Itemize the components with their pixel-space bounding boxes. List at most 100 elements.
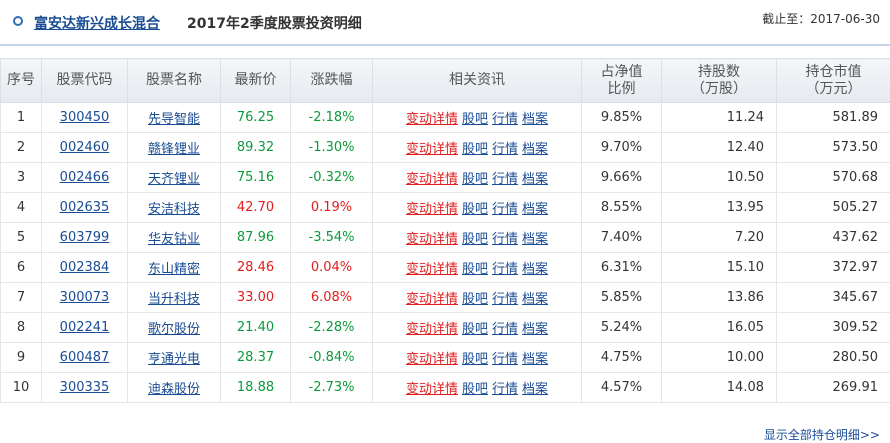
shares-held: 11.24 xyxy=(661,102,777,133)
change-detail-link[interactable]: 变动详情 xyxy=(406,352,458,367)
forum-link[interactable]: 股吧 xyxy=(462,352,488,367)
related-info-cell: 变动详情 股吧 行情 档案 xyxy=(372,162,582,193)
stock-code-link[interactable]: 300450 xyxy=(60,110,110,125)
stock-name-link[interactable]: 先导智能 xyxy=(148,112,200,127)
position-value: 581.89 xyxy=(776,102,890,133)
archive-link[interactable]: 档案 xyxy=(522,232,548,247)
archive-link[interactable]: 档案 xyxy=(522,262,548,277)
stock-name-link[interactable]: 歌尔股份 xyxy=(148,322,200,337)
latest-price: 28.46 xyxy=(220,252,291,283)
forum-link[interactable]: 股吧 xyxy=(462,292,488,307)
stock-code-link[interactable]: 002460 xyxy=(60,140,110,155)
archive-link[interactable]: 档案 xyxy=(522,172,548,187)
change-detail-link[interactable]: 变动详情 xyxy=(406,382,458,397)
archive-link[interactable]: 档案 xyxy=(522,382,548,397)
quote-link[interactable]: 行情 xyxy=(492,292,518,307)
table-row: 6 002384 东山精密 28.46 0.04% 变动详情 股吧 行情 档案 6.31% 15.1… xyxy=(0,252,890,283)
quote-link[interactable]: 行情 xyxy=(492,142,518,157)
net-value-ratio: 5.85% xyxy=(581,282,662,313)
col-header-ratio-line1: 占净值 xyxy=(600,63,643,80)
stock-name-link[interactable]: 当升科技 xyxy=(148,292,200,307)
quote-link[interactable]: 行情 xyxy=(492,232,518,247)
stock-name-link[interactable]: 赣锋锂业 xyxy=(148,142,200,157)
stock-name-link[interactable]: 迪森股份 xyxy=(148,382,200,397)
stock-name-cell: 赣锋锂业 xyxy=(127,132,221,163)
related-info-cell: 变动详情 股吧 行情 档案 xyxy=(372,372,582,403)
show-all-holdings-link[interactable]: 显示全部持仓明细>> xyxy=(764,426,880,443)
forum-link[interactable]: 股吧 xyxy=(462,112,488,127)
net-value-ratio: 9.85% xyxy=(581,102,662,133)
quote-link[interactable]: 行情 xyxy=(492,262,518,277)
stock-name-link[interactable]: 亨通光电 xyxy=(148,352,200,367)
quote-link[interactable]: 行情 xyxy=(492,322,518,337)
change-detail-link[interactable]: 变动详情 xyxy=(406,322,458,337)
forum-link[interactable]: 股吧 xyxy=(462,322,488,337)
change-detail-link[interactable]: 变动详情 xyxy=(406,202,458,217)
fund-name-link[interactable]: 富安达新兴成长混合 xyxy=(34,13,160,33)
stock-name-link[interactable]: 东山精密 xyxy=(148,262,200,277)
stock-code-link[interactable]: 600487 xyxy=(60,350,110,365)
stock-code-link[interactable]: 002241 xyxy=(60,320,110,335)
stock-name-link[interactable]: 天齐锂业 xyxy=(148,172,200,187)
archive-link[interactable]: 档案 xyxy=(522,142,548,157)
quote-link[interactable]: 行情 xyxy=(492,202,518,217)
change-detail-link[interactable]: 变动详情 xyxy=(406,232,458,247)
latest-price: 33.00 xyxy=(220,282,291,313)
change-detail-link[interactable]: 变动详情 xyxy=(406,292,458,307)
quote-link[interactable]: 行情 xyxy=(492,382,518,397)
latest-price: 21.40 xyxy=(220,312,291,343)
forum-link[interactable]: 股吧 xyxy=(462,262,488,277)
fund-header: 富安达新兴成长混合 2017年2季度股票投资明细 截止至：2017-06-30 xyxy=(0,0,890,46)
forum-link[interactable]: 股吧 xyxy=(462,382,488,397)
col-header-code: 股票代码 xyxy=(41,58,128,103)
archive-link[interactable]: 档案 xyxy=(522,112,548,127)
stock-code-cell: 300335 xyxy=(41,372,128,403)
position-value: 505.27 xyxy=(776,192,890,223)
latest-price: 87.96 xyxy=(220,222,291,253)
quote-link[interactable]: 行情 xyxy=(492,112,518,127)
change-percent: -0.84% xyxy=(290,342,373,373)
archive-link[interactable]: 档案 xyxy=(522,352,548,367)
stock-name-link[interactable]: 华友钴业 xyxy=(148,232,200,247)
stock-code-cell: 002384 xyxy=(41,252,128,283)
stock-code-cell: 600487 xyxy=(41,342,128,373)
archive-link[interactable]: 档案 xyxy=(522,202,548,217)
stock-name-link[interactable]: 安洁科技 xyxy=(148,202,200,217)
latest-price: 18.88 xyxy=(220,372,291,403)
forum-link[interactable]: 股吧 xyxy=(462,232,488,247)
forum-link[interactable]: 股吧 xyxy=(462,142,488,157)
col-header-value-line1: 持仓市值 xyxy=(805,63,862,80)
circle-bullet-icon xyxy=(13,16,23,26)
stock-code-link[interactable]: 002635 xyxy=(60,200,110,215)
row-index: 5 xyxy=(0,222,42,253)
stock-code-link[interactable]: 300073 xyxy=(60,290,110,305)
archive-link[interactable]: 档案 xyxy=(522,292,548,307)
change-detail-link[interactable]: 变动详情 xyxy=(406,142,458,157)
forum-link[interactable]: 股吧 xyxy=(462,172,488,187)
stock-code-link[interactable]: 300335 xyxy=(60,380,110,395)
forum-link[interactable]: 股吧 xyxy=(462,202,488,217)
archive-link[interactable]: 档案 xyxy=(522,322,548,337)
net-value-ratio: 8.55% xyxy=(581,192,662,223)
related-info-cell: 变动详情 股吧 行情 档案 xyxy=(372,132,582,163)
table-row: 9 600487 亨通光电 28.37 -0.84% 变动详情 股吧 行情 档案 4.75% 10.… xyxy=(0,342,890,373)
change-detail-link[interactable]: 变动详情 xyxy=(406,112,458,127)
col-header-value-line2: （万元） xyxy=(805,80,862,97)
net-value-ratio: 6.31% xyxy=(581,252,662,283)
stock-code-link[interactable]: 002466 xyxy=(60,170,110,185)
stock-code-link[interactable]: 002384 xyxy=(60,260,110,275)
stock-code-cell: 002466 xyxy=(41,162,128,193)
change-detail-link[interactable]: 变动详情 xyxy=(406,262,458,277)
stock-code-link[interactable]: 603799 xyxy=(60,230,110,245)
related-info-cell: 变动详情 股吧 行情 档案 xyxy=(372,312,582,343)
shares-held: 14.08 xyxy=(661,372,777,403)
holdings-table: 序号 股票代码 股票名称 最新价 涨跌幅 相关资讯 占净值 比例 持股数 （万股） … xyxy=(0,58,890,403)
shares-held: 10.50 xyxy=(661,162,777,193)
change-detail-link[interactable]: 变动详情 xyxy=(406,172,458,187)
quote-link[interactable]: 行情 xyxy=(492,352,518,367)
change-percent: -2.73% xyxy=(290,372,373,403)
shares-held: 16.05 xyxy=(661,312,777,343)
row-index: 2 xyxy=(0,132,42,163)
quote-link[interactable]: 行情 xyxy=(492,172,518,187)
change-percent: -0.32% xyxy=(290,162,373,193)
